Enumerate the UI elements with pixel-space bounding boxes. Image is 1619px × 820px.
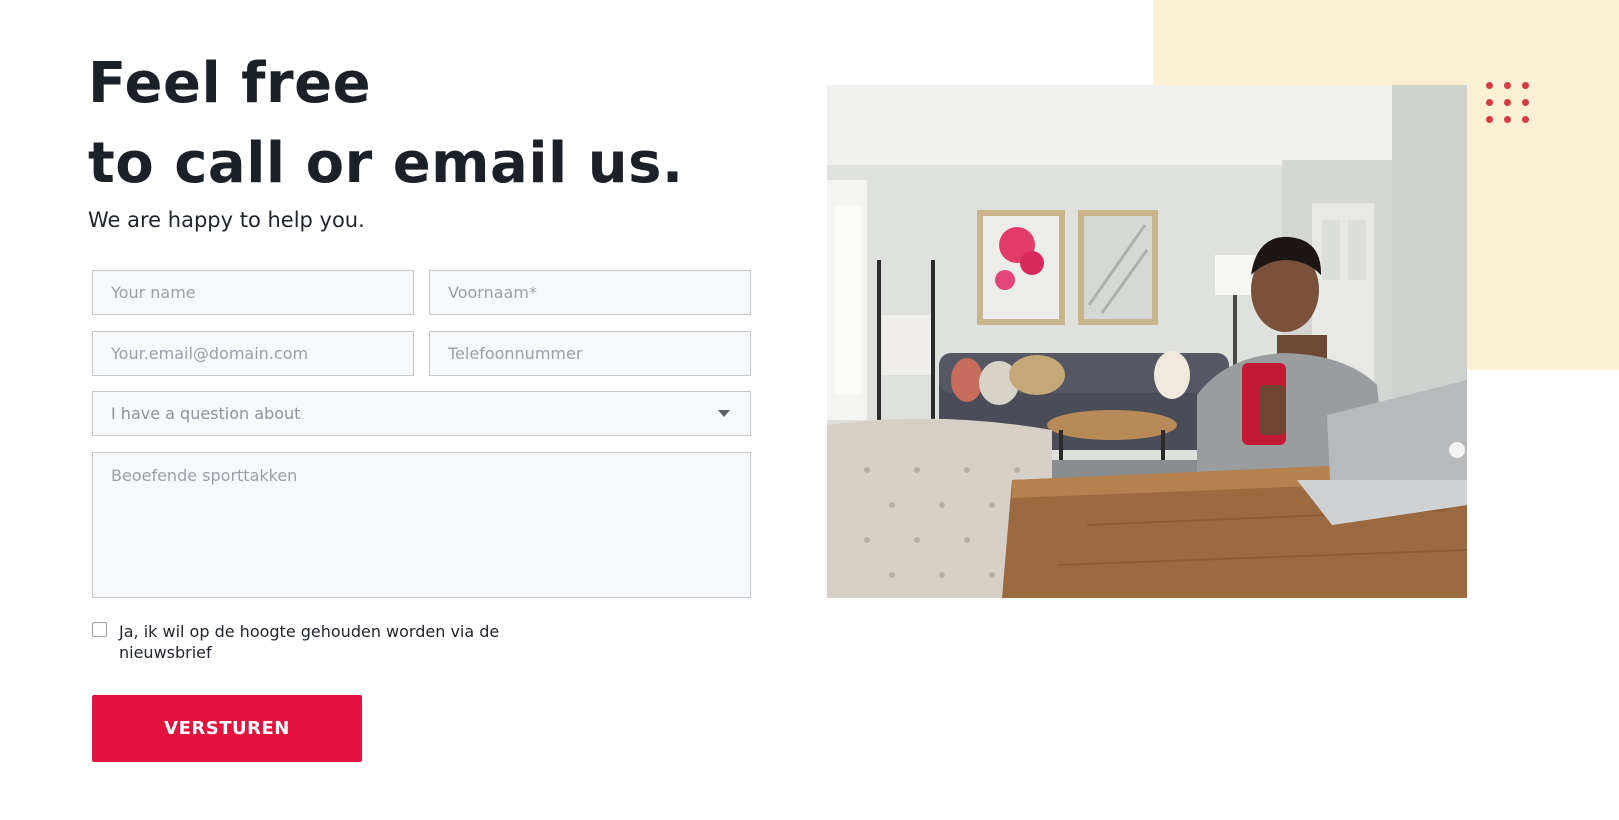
topic-select[interactable]: I have a question about <box>92 391 751 436</box>
name-input[interactable] <box>111 283 395 302</box>
newsletter-checkbox[interactable] <box>92 622 107 637</box>
headline-line-1: Feel free <box>88 51 372 116</box>
chevron-down-icon <box>718 410 730 417</box>
submit-button[interactable]: VERSTUREN <box>92 695 362 762</box>
message-textarea[interactable] <box>111 466 732 586</box>
headline-line-2: to call or email us. <box>88 131 684 196</box>
phone-input[interactable] <box>448 344 732 363</box>
email-field <box>92 331 414 376</box>
email-input[interactable] <box>111 344 395 363</box>
dot-grid-icon <box>1486 82 1530 123</box>
name-field <box>92 270 414 315</box>
contact-photo <box>827 85 1467 598</box>
phone-field <box>429 331 751 376</box>
newsletter-option: Ja, ik wil op de hoogte gehouden worden … <box>92 621 519 663</box>
page-subtitle: We are happy to help you. <box>88 208 365 232</box>
page-title: Feel free to call or email us. <box>88 44 684 204</box>
firstname-input[interactable] <box>448 283 732 302</box>
topic-select-value: I have a question about <box>111 404 301 423</box>
message-field <box>92 452 751 598</box>
newsletter-label[interactable]: Ja, ik wil op de hoogte gehouden worden … <box>119 621 519 663</box>
firstname-field <box>429 270 751 315</box>
